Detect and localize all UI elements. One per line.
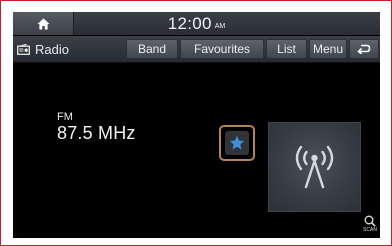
band-indicator: FM (57, 111, 73, 123)
source-label: Radio (35, 41, 69, 57)
favourite-toggle-button[interactable] (225, 131, 249, 155)
home-icon (37, 18, 49, 29)
broadcast-antenna-icon (295, 145, 334, 189)
star-icon (229, 135, 245, 150)
figure-frame: 12:00 AM Radio Band Favourites List Menu (0, 0, 392, 246)
frequency-display: 87.5 MHz (57, 123, 136, 143)
source-title: Radio (17, 36, 69, 62)
infotainment-screen: 12:00 AM Radio Band Favourites List Menu (13, 12, 380, 238)
favourite-highlight (219, 125, 255, 161)
scan-label: SCAN (363, 227, 377, 233)
back-icon (357, 44, 371, 54)
radio-icon (17, 43, 30, 55)
scan-button[interactable]: SCAN (361, 215, 379, 237)
band-button[interactable]: Band (126, 39, 178, 59)
favourites-button[interactable]: Favourites (180, 39, 264, 59)
menu-button[interactable]: Menu (309, 39, 347, 59)
clock-time: 12:00 (167, 13, 212, 33)
scan-icon (364, 215, 376, 227)
list-button[interactable]: List (266, 39, 307, 59)
back-button[interactable] (349, 39, 379, 59)
station-artwork (268, 122, 361, 212)
clock-ampm: AM (214, 23, 226, 30)
toolbar: Radio Band Favourites List Menu (13, 36, 380, 63)
status-bar: 12:00 AM (13, 12, 380, 35)
home-button[interactable] (13, 12, 74, 35)
